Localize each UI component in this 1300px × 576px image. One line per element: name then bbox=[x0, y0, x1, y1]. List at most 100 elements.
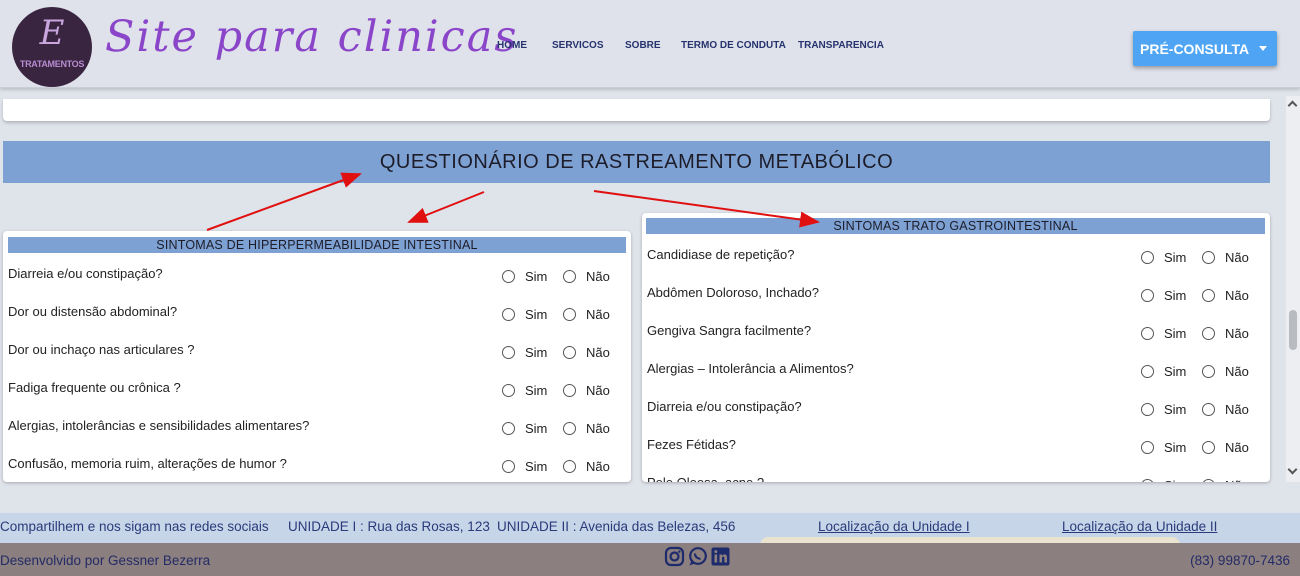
nav-servicos[interactable]: SERVICOS bbox=[552, 40, 604, 51]
site-title[interactable]: Site para clinicas bbox=[105, 12, 518, 62]
question-text: Candidiase de repetição? bbox=[647, 247, 795, 262]
radio-sim[interactable] bbox=[1141, 251, 1154, 264]
social-icons bbox=[664, 546, 731, 567]
radio-sim-label: Sim bbox=[525, 383, 548, 398]
arrow-to-left-card bbox=[407, 191, 485, 223]
instagram-icon[interactable] bbox=[664, 546, 685, 567]
question-text: Fadiga frequente ou crônica ? bbox=[8, 380, 181, 395]
question-text: Gengiva Sangra facilmente? bbox=[647, 323, 812, 338]
question-text: Pele Oleosa, acne ? bbox=[647, 475, 764, 482]
radio-nao-label: Não bbox=[1225, 288, 1249, 303]
radio-sim[interactable] bbox=[1141, 289, 1154, 302]
scroll-up-icon[interactable] bbox=[1287, 100, 1298, 111]
radio-sim[interactable] bbox=[1141, 365, 1154, 378]
question-row: Alergias, intolerâncias e sensibilidades… bbox=[8, 418, 610, 438]
question-row: Confusão, memoria ruim, alterações de hu… bbox=[8, 456, 610, 476]
question-row: Fezes Fétidas? Sim Não bbox=[647, 437, 1249, 457]
footer-bottom-bar: Desenvolvido por Gessner Bezerra (83) 99… bbox=[0, 543, 1300, 576]
question-text: Alergias – Intolerância a Alimentos? bbox=[647, 361, 854, 376]
radio-nao[interactable] bbox=[563, 384, 576, 397]
radio-nao-label: Não bbox=[1225, 478, 1249, 482]
radio-sim[interactable] bbox=[502, 308, 515, 321]
question-row: Diarreia e/ou constipação? Sim Não bbox=[647, 399, 1249, 419]
radio-sim-label: Sim bbox=[1164, 402, 1187, 417]
radio-sim[interactable] bbox=[502, 346, 515, 359]
question-text: Dor ou distensão abdominal? bbox=[8, 304, 178, 319]
questionnaire-title-banner: QUESTIONÁRIO DE RASTREAMENTO METABÓLICO bbox=[3, 141, 1270, 183]
radio-nao-label: Não bbox=[586, 383, 610, 398]
scroll-down-icon[interactable] bbox=[1287, 464, 1298, 475]
question-text: Diarreia e/ou constipação? bbox=[647, 399, 802, 414]
radio-sim-label: Sim bbox=[1164, 250, 1187, 265]
radio-nao-label: Não bbox=[586, 459, 610, 474]
linkedin-icon[interactable] bbox=[710, 546, 731, 567]
radio-sim-label: Sim bbox=[1164, 364, 1187, 379]
questionnaire-title: QUESTIONÁRIO DE RASTREAMENTO METABÓLICO bbox=[379, 150, 894, 173]
map-link-unit1[interactable]: Localização da Unidade I bbox=[818, 519, 970, 534]
radio-sim-label: Sim bbox=[1164, 440, 1187, 455]
radio-sim-label: Sim bbox=[525, 459, 548, 474]
radio-sim[interactable] bbox=[1141, 327, 1154, 340]
question-row: Alergias – Intolerância a Alimentos? Sim N… bbox=[647, 361, 1249, 381]
radio-nao[interactable] bbox=[1202, 289, 1215, 302]
caret-down-icon bbox=[1259, 46, 1267, 51]
question-text: Diarreia e/ou constipação? bbox=[8, 266, 163, 281]
radio-sim-label: Sim bbox=[1164, 478, 1186, 482]
nav-home[interactable]: HOME bbox=[497, 40, 527, 51]
radio-nao[interactable] bbox=[563, 270, 576, 283]
nav-transparencia[interactable]: TRANSPARENCIA bbox=[798, 40, 884, 51]
radio-nao[interactable] bbox=[563, 346, 576, 359]
page-scrollbar[interactable] bbox=[1286, 96, 1300, 482]
radio-nao[interactable] bbox=[563, 460, 576, 473]
question-text: Abdômen Doloroso, Inchado? bbox=[647, 285, 820, 300]
radio-sim[interactable] bbox=[502, 422, 515, 435]
radio-nao[interactable] bbox=[563, 308, 576, 321]
radio-sim-label: Sim bbox=[525, 421, 548, 436]
question-text: Fezes Fétidas? bbox=[647, 437, 736, 452]
radio-nao[interactable] bbox=[1202, 251, 1215, 264]
radio-sim-label: Sim bbox=[525, 345, 548, 360]
logo-text: TRATAMENTOS bbox=[19, 59, 85, 69]
nav-sobre[interactable]: SOBRE bbox=[625, 40, 661, 51]
card-trato-gastrointestinal: SINTOMAS TRATO GASTROINTESTINAL Candidia… bbox=[642, 213, 1270, 482]
question-row: Candidiase de repetição? Sim Não bbox=[647, 247, 1249, 267]
whatsapp-icon[interactable] bbox=[687, 546, 708, 567]
clinic-logo[interactable]: E TRATAMENTOS bbox=[12, 7, 92, 87]
scroll-thumb[interactable] bbox=[1289, 310, 1297, 350]
footer-unit1-address: UNIDADE I : Rua das Rosas, 123 bbox=[288, 519, 490, 534]
radio-nao[interactable] bbox=[1202, 365, 1215, 378]
radio-nao[interactable] bbox=[1202, 327, 1215, 340]
radio-sim[interactable] bbox=[502, 384, 515, 397]
radio-sim-label: Sim bbox=[1164, 326, 1187, 341]
radio-sim[interactable] bbox=[1141, 403, 1154, 416]
radio-sim-label: Sim bbox=[525, 269, 548, 284]
footer-unit2-address: UNIDADE II : Avenida das Belezas, 456 bbox=[497, 519, 736, 534]
radio-nao[interactable] bbox=[1202, 403, 1215, 416]
developer-credit: Desenvolvido por Gessner Bezerra bbox=[0, 553, 211, 568]
site-header: E TRATAMENTOS Site para clinicas HOME SE… bbox=[0, 0, 1300, 88]
radio-nao[interactable] bbox=[1202, 479, 1215, 482]
radio-nao-label: Não bbox=[1225, 326, 1249, 341]
card-title: SINTOMAS TRATO GASTROINTESTINAL bbox=[646, 218, 1265, 234]
question-text: Dor ou inchaço nas articulares ? bbox=[8, 342, 195, 357]
radio-sim[interactable] bbox=[502, 460, 515, 473]
radio-sim[interactable] bbox=[1141, 441, 1154, 454]
map-link-unit2[interactable]: Localização da Unidade II bbox=[1062, 519, 1217, 534]
radio-nao-label: Não bbox=[586, 269, 610, 284]
card-hiperpermeabilidade: SINTOMAS DE HIPERPERMEABILIDADE INTESTIN… bbox=[3, 231, 631, 482]
radio-nao-label: Não bbox=[586, 345, 610, 360]
question-row: Pele Oleosa, acne ? Sim Não bbox=[647, 475, 1249, 482]
radio-nao[interactable] bbox=[1202, 441, 1215, 454]
question-text: Alergias, intolerâncias e sensibilidades… bbox=[8, 418, 310, 433]
previous-section-card bbox=[3, 99, 1270, 121]
pre-consulta-button[interactable]: PRÉ-CONSULTA bbox=[1133, 31, 1277, 66]
question-text: Confusão, memoria ruim, alterações de hu… bbox=[8, 456, 287, 471]
radio-nao-label: Não bbox=[1225, 364, 1249, 379]
radio-sim[interactable] bbox=[502, 270, 515, 283]
radio-sim[interactable] bbox=[1141, 479, 1154, 482]
radio-nao-label: Não bbox=[1225, 402, 1249, 417]
card-title: SINTOMAS DE HIPERPERMEABILIDADE INTESTIN… bbox=[8, 237, 626, 253]
radio-nao-label: Não bbox=[1225, 250, 1249, 265]
nav-termo-de-conduta[interactable]: TERMO DE CONDUTA bbox=[681, 40, 786, 51]
radio-nao[interactable] bbox=[563, 422, 576, 435]
